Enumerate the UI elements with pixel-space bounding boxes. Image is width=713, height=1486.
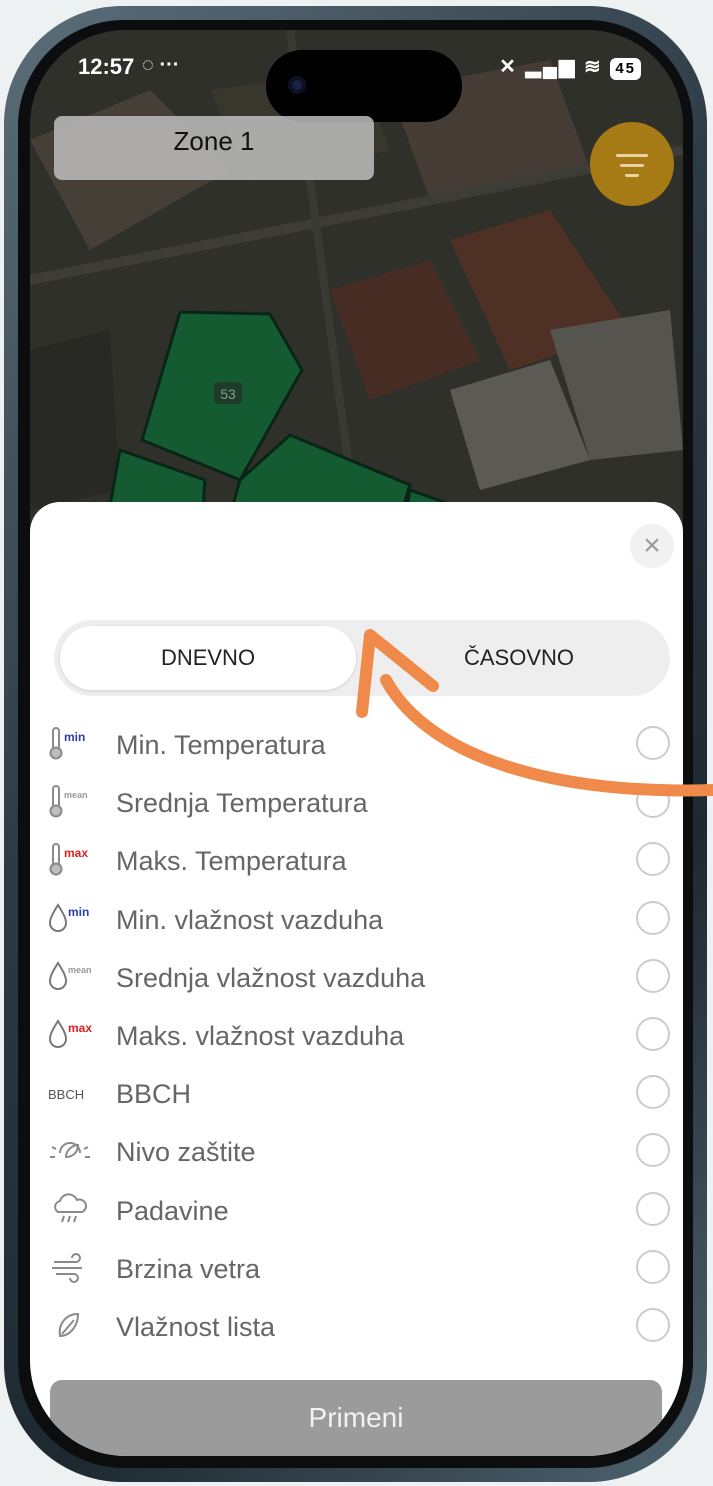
phone-screen: 53 12:57 ◌ ··· ✕ ▂▄▆ ≋ 45 Zone 1 × DNEVN… xyxy=(30,30,683,1456)
list-item[interactable]: Padavine xyxy=(30,1182,683,1240)
list-item[interactable]: min Min. Temperatura xyxy=(30,716,683,774)
protection-level-icon xyxy=(48,1133,110,1171)
status-time: 12:57 xyxy=(78,54,135,79)
list-item[interactable]: min Min. vlažnost vazduha xyxy=(30,891,683,949)
thermometer-mean-icon: mean xyxy=(48,784,110,822)
max-tag: max xyxy=(68,1020,93,1035)
filter-icon-line xyxy=(625,174,639,177)
list-item[interactable]: Vlažnost lista xyxy=(30,1298,683,1356)
filter-icon-line xyxy=(620,164,644,167)
radio-button[interactable] xyxy=(636,958,670,993)
parameter-list: min Min. Temperatura mean Srednja Temper… xyxy=(30,716,683,1356)
min-tag: min xyxy=(64,730,86,744)
min-tag: min xyxy=(68,904,90,919)
radio-button[interactable] xyxy=(636,842,670,877)
list-item-label: Maks. vlažnost vazduha xyxy=(116,1020,405,1051)
mute-icon: ✕ xyxy=(499,56,518,78)
leaf-wetness-icon xyxy=(48,1308,110,1346)
droplet-max-icon: max xyxy=(48,1017,110,1055)
list-item[interactable]: Brzina vetra xyxy=(30,1240,683,1298)
list-item[interactable]: BBCH BBCH xyxy=(30,1065,683,1123)
close-button[interactable]: × xyxy=(630,524,674,568)
list-item-label: Maks. Temperatura xyxy=(116,846,347,877)
thermometer-max-icon: max xyxy=(48,842,110,880)
list-item-label: Brzina vetra xyxy=(116,1253,261,1284)
wind-icon xyxy=(48,1250,110,1288)
filter-button[interactable] xyxy=(590,122,674,206)
mean-tag: mean xyxy=(64,790,88,801)
wifi-icon: ≋ xyxy=(583,56,603,78)
bbch-icon: BBCH xyxy=(48,1075,110,1113)
list-item[interactable]: Nivo zaštite xyxy=(30,1123,683,1181)
list-item-label: Srednja Temperatura xyxy=(116,788,368,819)
zone-label[interactable]: Zone 1 xyxy=(54,116,374,180)
radio-button[interactable] xyxy=(636,1307,670,1342)
radio-button[interactable] xyxy=(636,1075,670,1110)
list-item[interactable]: max Maks. Temperatura xyxy=(30,832,683,890)
radio-button[interactable] xyxy=(636,900,670,935)
list-item-label: BBCH xyxy=(116,1079,192,1110)
rain-cloud-icon xyxy=(48,1192,110,1230)
list-item-label: Srednja vlažnost vazduha xyxy=(116,962,426,993)
list-item-label: Vlažnost lista xyxy=(116,1311,276,1342)
mean-tag: mean xyxy=(68,964,92,975)
close-icon: × xyxy=(643,529,661,562)
apply-button[interactable]: Primeni xyxy=(50,1380,662,1456)
max-tag: max xyxy=(64,846,89,861)
radio-button[interactable] xyxy=(636,784,670,819)
tab-dnevno[interactable]: DNEVNO xyxy=(60,626,356,690)
filter-bottom-sheet: × DNEVNO ČASOVNO min Min. Temperatura me… xyxy=(30,502,683,1456)
signal-icon: ▂▄▆ xyxy=(525,56,577,78)
droplet-min-icon: min xyxy=(48,901,110,939)
period-toggle: DNEVNO ČASOVNO xyxy=(54,620,670,696)
list-item-label: Nivo zaštite xyxy=(116,1137,256,1168)
list-item[interactable]: max Maks. vlažnost vazduha xyxy=(30,1007,683,1065)
radio-button[interactable] xyxy=(636,1133,670,1168)
radio-button[interactable] xyxy=(636,726,670,760)
list-item[interactable]: mean Srednja vlažnost vazduha xyxy=(30,949,683,1007)
battery-icon: 45 xyxy=(610,58,641,80)
filter-icon xyxy=(616,154,648,157)
dynamic-island xyxy=(266,50,462,122)
list-item-label: Min. Temperatura xyxy=(116,730,326,760)
droplet-mean-icon: mean xyxy=(48,959,110,997)
tab-casovno[interactable]: ČASOVNO xyxy=(374,626,664,690)
list-item-label: Padavine xyxy=(116,1195,229,1226)
status-icons: ✕ ▂▄▆ ≋ 45 xyxy=(499,54,641,80)
list-item-label: Min. vlažnost vazduha xyxy=(116,904,384,935)
front-camera xyxy=(288,76,306,94)
radio-button[interactable] xyxy=(636,1016,670,1051)
radio-button[interactable] xyxy=(636,1191,670,1226)
bbch-tag: BBCH xyxy=(48,1087,85,1103)
radio-button[interactable] xyxy=(636,1249,670,1284)
thermometer-min-icon: min xyxy=(48,726,110,764)
list-item[interactable]: mean Srednja Temperatura xyxy=(30,774,683,832)
viber-icon: ◌ ··· xyxy=(142,54,180,76)
